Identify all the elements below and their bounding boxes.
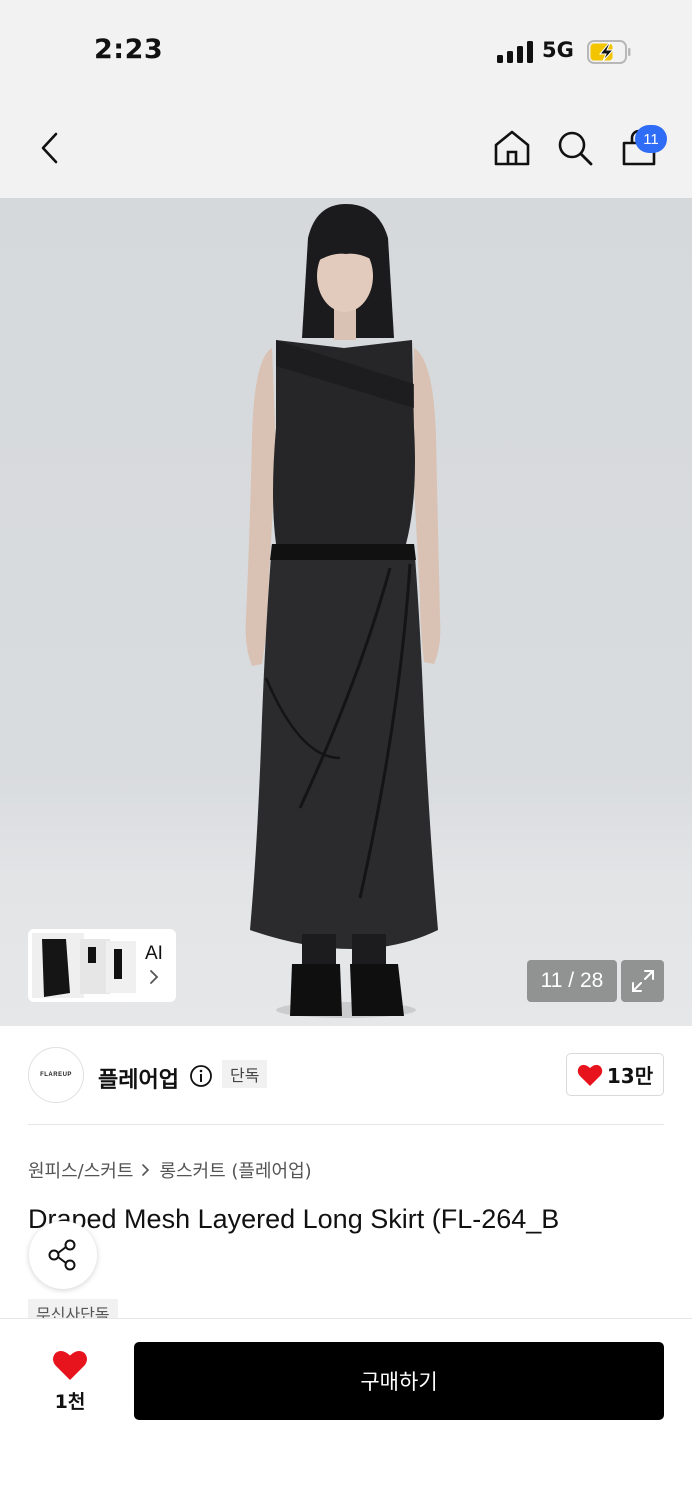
breadcrumb-subcategory[interactable]: 롱스커트 (플레어업) xyxy=(159,1157,311,1183)
info-icon[interactable] xyxy=(189,1064,213,1088)
wishlist-count: 1천 xyxy=(54,1391,86,1413)
brand-like-count: 13만 xyxy=(606,1064,654,1088)
back-button[interactable] xyxy=(24,122,76,174)
model-photo xyxy=(245,204,441,1018)
battery-charging-icon xyxy=(587,40,631,64)
expand-icon xyxy=(631,970,654,992)
heart-icon xyxy=(577,1064,603,1086)
brand-logo[interactable]: FLAREUP xyxy=(28,1047,84,1103)
breadcrumb: 원피스/스커트 롱스커트 (플레어업) xyxy=(28,1157,312,1183)
home-button[interactable] xyxy=(486,122,538,174)
expand-image-button[interactable] xyxy=(621,960,664,1002)
top-nav xyxy=(0,98,692,198)
signal-icon xyxy=(497,41,533,63)
outfit-thumbnails xyxy=(32,933,136,998)
search-button[interactable] xyxy=(549,122,601,174)
ai-label: AI xyxy=(145,943,163,964)
brand-name[interactable]: 플레어업 xyxy=(98,1062,179,1094)
exclusive-badge: 단독 xyxy=(222,1060,268,1088)
image-counter: 11 / 28 xyxy=(527,960,617,1002)
ai-style-recommend-chip[interactable]: AI xyxy=(28,929,176,1002)
home-icon xyxy=(494,130,530,166)
back-icon xyxy=(41,132,58,164)
status-bar: 2:23 5G xyxy=(0,0,692,98)
share-icon xyxy=(48,1239,76,1271)
brand-like-button[interactable]: 13만 xyxy=(566,1053,664,1096)
product-title: Draped Mesh Layered Long Skirt (FL-264_B xyxy=(28,1204,560,1234)
network-label: 5G xyxy=(542,38,574,62)
search-icon xyxy=(558,131,593,166)
breadcrumb-category[interactable]: 원피스/스커트 xyxy=(28,1157,133,1183)
chevron-right-icon xyxy=(150,970,159,984)
buy-button[interactable]: 구매하기 xyxy=(134,1342,664,1420)
bottom-action-bar: 1천 구매하기 xyxy=(0,1318,692,1500)
chevron-right-icon xyxy=(142,1164,150,1176)
divider xyxy=(28,1124,664,1125)
brand-row: FLAREUP 플레어업 단독 13만 xyxy=(28,1046,664,1104)
product-image[interactable] xyxy=(0,198,692,1026)
heart-icon xyxy=(53,1351,87,1380)
status-time: 2:23 xyxy=(94,34,164,65)
cart-count-badge: 11 xyxy=(635,125,667,153)
wishlist-button[interactable]: 1천 xyxy=(40,1345,100,1415)
share-button[interactable] xyxy=(29,1221,97,1289)
